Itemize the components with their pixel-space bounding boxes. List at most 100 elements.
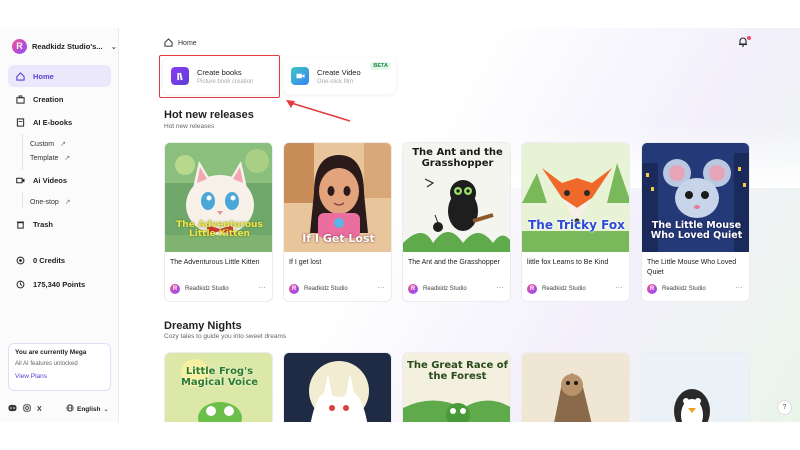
discord-icon[interactable] — [8, 404, 17, 414]
book-cover — [284, 353, 391, 422]
trash-icon — [16, 220, 25, 229]
briefcase-icon — [16, 94, 25, 104]
book-card[interactable]: If I Get Lost If I get lost R Readkidz S… — [283, 142, 392, 302]
book-author: R Readkidz Studio — [289, 284, 348, 294]
instagram-icon[interactable] — [23, 404, 31, 414]
section-title: Dreamy Nights — [164, 320, 242, 332]
notification-bell-icon[interactable] — [738, 36, 751, 48]
more-options-icon[interactable]: ··· — [258, 283, 266, 292]
beta-badge: BETA — [370, 62, 391, 70]
book-card[interactable]: The Adventurous Little Kitten The Advent… — [164, 142, 273, 302]
sidebar-item-label: Creation — [33, 94, 64, 104]
author-name: Readkidz Studio — [542, 286, 586, 292]
sidebar-item-points[interactable]: 175,340 Points — [8, 273, 111, 295]
submenu-line — [22, 134, 23, 170]
book-card[interactable] — [641, 352, 750, 422]
sidebar-item-ai-ebooks[interactable]: AI E-books — [8, 111, 111, 133]
book-author: R Readkidz Studio — [170, 284, 229, 294]
avatar: R — [408, 284, 418, 294]
book-cover: The Ant and the Grasshopper — [403, 143, 510, 252]
sidebar-item-creation[interactable]: Creation — [8, 88, 111, 110]
book-card[interactable]: Little Frog's Magical Voice — [164, 352, 273, 422]
subitem-label: Template — [30, 154, 59, 162]
avatar: R — [170, 284, 180, 294]
section-subtitle: Hot new releases — [164, 123, 215, 130]
submenu-line — [22, 192, 23, 208]
chevron-down-icon: ⌄ — [103, 406, 109, 413]
home-icon — [16, 71, 25, 81]
book-card[interactable]: The Tricky Fox little fox Learns to Be K… — [521, 142, 630, 302]
sidebar-item-label: 0 Credits — [33, 255, 66, 265]
workspace-switcher[interactable]: R Readkidz Studio's... ⌄ — [12, 38, 117, 54]
view-plans-link[interactable]: View Plans — [15, 373, 104, 380]
subitem-label: One-stop — [30, 198, 59, 206]
cover-title: The Little Mouse Who Loved Quiet — [650, 220, 743, 241]
breadcrumb-home[interactable]: Home — [178, 40, 197, 47]
more-options-icon[interactable]: ··· — [496, 283, 504, 292]
sidebar-subitem-template[interactable]: Template ↗ — [30, 154, 71, 163]
sidebar-item-trash[interactable]: Trash — [8, 213, 111, 235]
help-button[interactable]: ? — [777, 400, 792, 415]
sidebar-subitem-one-stop[interactable]: One-stop ↗ — [30, 198, 71, 207]
credits-icon — [16, 256, 25, 265]
video-icon — [291, 67, 309, 85]
book-card[interactable]: The Great Race of the Forest — [402, 352, 511, 422]
book-title: The Little Mouse Who Loved Quiet — [647, 259, 737, 276]
sidebar-item-label: Ai Videos — [33, 175, 68, 185]
cover-title: Little Frog's Magical Voice — [180, 366, 259, 388]
cover-title: The Adventurous Little Kitten — [176, 220, 263, 240]
language-selector[interactable]: English ⌄ — [66, 404, 109, 414]
book-author: R Readkidz Studio — [647, 284, 706, 294]
x-twitter-icon[interactable]: X — [37, 406, 42, 413]
language-label: English — [77, 405, 101, 413]
globe-icon — [66, 404, 74, 414]
author-name: Readkidz Studio — [185, 286, 229, 292]
section-title: Hot new releases — [164, 109, 254, 121]
book-title: The Ant and the Grasshopper — [408, 259, 500, 266]
book-author: R Readkidz Studio — [527, 284, 586, 294]
sidebar-item-label: Home — [33, 71, 54, 81]
sidebar-item-label: 175,340 Points — [33, 279, 86, 289]
more-options-icon[interactable]: ··· — [615, 283, 623, 292]
more-options-icon[interactable]: ··· — [735, 283, 743, 292]
plan-card: You are currently Mega All AI features u… — [8, 343, 111, 391]
book-card[interactable] — [521, 352, 630, 422]
book-cover: If I Get Lost — [284, 143, 391, 252]
main-content: Home Create books Picture book creation … — [120, 28, 800, 422]
external-arrow-icon: ↗ — [60, 141, 66, 148]
book-cover: The Adventurous Little Kitten — [165, 143, 272, 252]
ebook-icon — [16, 117, 25, 127]
create-video-title: Create Video — [317, 67, 361, 77]
author-name: Readkidz Studio — [662, 286, 706, 292]
author-name: Readkidz Studio — [423, 286, 467, 292]
sidebar-item-credits[interactable]: 0 Credits — [8, 249, 111, 271]
book-title: If I get lost — [289, 259, 322, 266]
book-title: The Adventurous Little Kitten — [170, 259, 260, 266]
points-icon — [16, 280, 25, 289]
avatar: R — [289, 284, 299, 294]
more-options-icon[interactable]: ··· — [377, 283, 385, 292]
home-icon — [164, 38, 173, 49]
book-author: R Readkidz Studio — [408, 284, 467, 294]
sidebar-item-label: AI E-books — [33, 117, 73, 127]
plan-title: You are currently Mega — [15, 349, 87, 356]
plan-subtitle: All AI features unlocked — [15, 361, 78, 367]
sidebar-subitem-custom[interactable]: Custom ↗ — [30, 140, 66, 149]
external-arrow-icon: ↗ — [64, 155, 71, 162]
social-links: X — [8, 404, 42, 414]
cover-title: The Tricky Fox — [528, 218, 625, 232]
book-card[interactable]: The Ant and the Grasshopper The Ant and … — [402, 142, 511, 302]
create-video-card[interactable]: Create Video One-click film BETA — [283, 58, 396, 94]
cover-title: The Ant and the Grasshopper — [412, 147, 503, 169]
avatar: R — [647, 284, 657, 294]
sidebar: R Readkidz Studio's... ⌄ Home Creation A… — [0, 28, 119, 422]
cover-title: The Great Race of the Forest — [407, 360, 508, 382]
app-frame: R Readkidz Studio's... ⌄ Home Creation A… — [0, 28, 800, 422]
subitem-label: Custom — [30, 140, 55, 148]
notification-dot — [747, 36, 751, 40]
sidebar-item-ai-videos[interactable]: Ai Videos — [8, 169, 111, 191]
brand-logo: R — [12, 38, 27, 54]
sidebar-item-home[interactable]: Home — [8, 65, 111, 87]
book-card[interactable]: The Little Mouse Who Loved Quiet The Lit… — [641, 142, 750, 302]
book-card[interactable] — [283, 352, 392, 422]
